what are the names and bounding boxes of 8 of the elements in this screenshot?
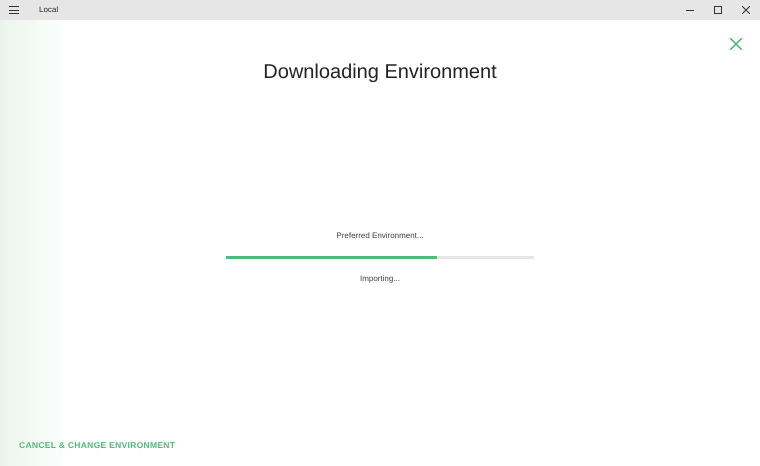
progress-label: Preferred Environment... <box>336 230 424 242</box>
cancel-link[interactable]: CANCEL & CHANGE ENVIRONMENT <box>19 439 176 452</box>
page-heading: Downloading Environment <box>262 60 498 85</box>
progress-status: Importing... <box>360 273 400 285</box>
menu-icon[interactable] <box>9 6 19 14</box>
maximize-icon[interactable] <box>714 6 722 14</box>
window-title: Local <box>39 4 58 16</box>
close-icon[interactable] <box>742 6 750 14</box>
